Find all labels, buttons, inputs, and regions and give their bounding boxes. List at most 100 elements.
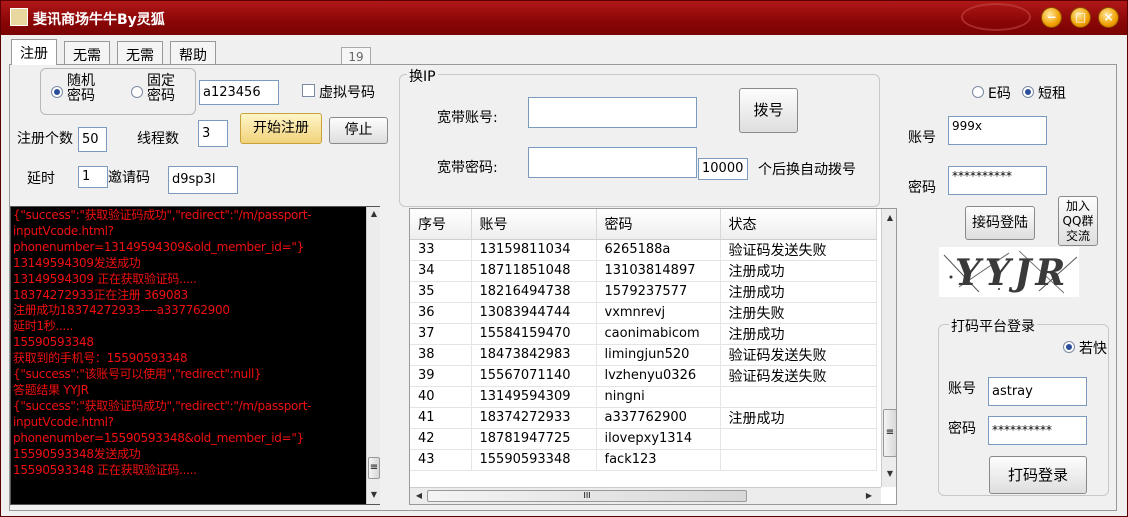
minimize-button[interactable]: − bbox=[1041, 7, 1062, 28]
scroll-up-arrow[interactable]: ▲ bbox=[367, 207, 381, 221]
table-row[interactable]: 34 18711851048 13103814897 注册成功 bbox=[410, 260, 877, 282]
cell-index: 34 bbox=[410, 260, 472, 282]
table-row[interactable]: 37 15584159470 caonimabicom 注册成功 bbox=[410, 323, 877, 345]
title-bar[interactable]: 斐讯商场牛牛By灵狐 − □ × bbox=[1, 1, 1127, 35]
cell-index: 36 bbox=[410, 302, 472, 324]
sms-account-input[interactable]: 999x bbox=[948, 116, 1047, 145]
table-scroll-right-arrow[interactable]: ▶ bbox=[862, 489, 876, 503]
table-row[interactable]: 41 18374272933 a337762900 注册成功 bbox=[410, 407, 877, 429]
e-code-label: E码 bbox=[988, 86, 1011, 102]
table-row[interactable]: 40 13149594309 ningni bbox=[410, 386, 877, 408]
table-horizontal-scrollbar[interactable]: ◀ III ▶ bbox=[410, 487, 881, 504]
cell-password: lvzhenyu0326 bbox=[596, 365, 721, 387]
table-row[interactable]: 36 13083944744 vxmnrevj 注册失败 bbox=[410, 302, 877, 324]
cell-account: 15584159470 bbox=[471, 323, 597, 345]
tab-register[interactable]: 注册 bbox=[11, 39, 57, 65]
app-icon bbox=[10, 8, 28, 26]
delay-label: 延时 bbox=[27, 171, 55, 187]
cell-password: ilovepxy1314 bbox=[596, 428, 721, 450]
cell-account: 18216494738 bbox=[471, 281, 597, 303]
invite-code-label: 邀请码 bbox=[108, 170, 150, 186]
captcha-platform-legend: 打码平台登录 bbox=[949, 316, 1037, 336]
ruokuai-label: 若快 bbox=[1079, 341, 1107, 357]
cell-account: 18781947725 bbox=[471, 428, 597, 450]
stop-button[interactable]: 停止 bbox=[329, 117, 388, 144]
client-area: 注册 无需 无需 帮助 19 随机 密码 固定 密码 a123456 虚拟号码 注册… bbox=[7, 36, 1123, 513]
table-row[interactable]: 42 18781947725 ilovepxy1314 bbox=[410, 428, 877, 450]
captcha-image[interactable]: YYJR bbox=[939, 247, 1079, 297]
tab-wuxu-2[interactable]: 无需 bbox=[117, 41, 163, 64]
broadband-password-input[interactable] bbox=[528, 147, 697, 178]
table-horizontal-thumb[interactable]: III bbox=[427, 490, 747, 502]
broadband-account-label: 宽带账号: bbox=[437, 110, 498, 126]
register-count-label: 注册个数 bbox=[17, 131, 73, 147]
cell-password: fack123 bbox=[596, 449, 721, 471]
qq-button-line-3: 交流 bbox=[1065, 229, 1090, 243]
virtual-number-label: 虚拟号码 bbox=[319, 85, 375, 101]
sms-password-label: 密码 bbox=[908, 180, 936, 196]
random-password-radio[interactable] bbox=[51, 86, 63, 98]
close-button[interactable]: × bbox=[1098, 7, 1119, 28]
table-scroll-down-arrow[interactable]: ▼ bbox=[883, 467, 896, 481]
thread-count-input[interactable]: 3 bbox=[198, 120, 228, 147]
captcha-text: YYJR bbox=[955, 252, 1070, 294]
platform-login-button[interactable]: 打码登录 bbox=[989, 456, 1087, 494]
thread-count-label: 线程数 bbox=[137, 131, 179, 147]
fixed-password-input[interactable]: a123456 bbox=[199, 80, 279, 105]
table-scroll-thumb[interactable]: ≡ bbox=[883, 409, 896, 457]
sms-password-input[interactable]: ********** bbox=[948, 166, 1047, 195]
delay-input[interactable]: 1 bbox=[78, 166, 108, 188]
table-scroll-up-arrow[interactable]: ▲ bbox=[883, 211, 896, 225]
table-scroll-left-arrow[interactable]: ◀ bbox=[412, 489, 426, 503]
platform-account-input[interactable]: astray bbox=[988, 377, 1087, 406]
log-vertical-scrollbar[interactable]: ▲ ≡ ▼ bbox=[366, 207, 380, 504]
platform-password-input[interactable]: ********** bbox=[988, 416, 1087, 445]
log-line: phonenumber=15590593348&old_member_id="} bbox=[13, 430, 304, 445]
e-code-radio[interactable] bbox=[972, 86, 984, 98]
auto-dial-count-input[interactable]: 10000 bbox=[698, 158, 748, 180]
cell-index: 40 bbox=[410, 386, 472, 408]
table-row[interactable]: 39 15567071140 lvzhenyu0326 验证码发送失败 bbox=[410, 365, 877, 387]
broadband-account-input[interactable] bbox=[528, 97, 697, 128]
virtual-number-checkbox[interactable] bbox=[302, 84, 315, 97]
table-row[interactable]: 35 18216494738 1579237577 注册成功 bbox=[410, 281, 877, 303]
log-line: 13149594309发送成功 bbox=[13, 255, 141, 270]
invite-code-input[interactable]: d9sp3l bbox=[168, 166, 238, 194]
table-row[interactable]: 33 13159811034 6265188a 验证码发送失败 bbox=[410, 239, 877, 261]
log-line: 15590593348发送成功 bbox=[13, 446, 141, 461]
join-qq-group-button[interactable]: 加入 QQ群 交流 bbox=[1058, 196, 1098, 246]
cell-status: 注册成功 bbox=[720, 260, 877, 282]
scroll-down-arrow[interactable]: ▼ bbox=[367, 488, 381, 502]
cell-index: 42 bbox=[410, 428, 472, 450]
table-row[interactable]: 38 18473842983 limingjun520 验证码发送失败 bbox=[410, 344, 877, 366]
start-register-button[interactable]: 开始注册 bbox=[240, 113, 322, 144]
register-count-input[interactable]: 50 bbox=[78, 127, 107, 152]
sms-login-button[interactable]: 接码登陆 bbox=[965, 206, 1035, 240]
column-header-password[interactable]: 密码 bbox=[596, 209, 721, 240]
table-vertical-scrollbar[interactable]: ▲ ≡ ▼ bbox=[881, 209, 896, 487]
short-rent-radio[interactable] bbox=[1022, 86, 1034, 98]
cell-status: 注册成功 bbox=[720, 407, 877, 429]
cell-account: 13083944744 bbox=[471, 302, 597, 324]
cell-account: 13149594309 bbox=[471, 386, 597, 408]
log-output[interactable]: {"success":"获取验证码成功","redirect":"/m/pass… bbox=[10, 206, 380, 505]
title-decoration bbox=[961, 3, 1031, 31]
log-scroll-thumb[interactable]: ≡ bbox=[368, 457, 380, 479]
cell-account: 18374272933 bbox=[471, 407, 597, 429]
change-ip-legend: 换IP bbox=[407, 66, 438, 86]
column-header-account[interactable]: 账号 bbox=[471, 209, 597, 240]
column-header-status[interactable]: 状态 bbox=[720, 209, 877, 240]
tab-help[interactable]: 帮助 bbox=[170, 41, 216, 64]
fixed-password-radio[interactable] bbox=[131, 86, 143, 98]
dial-button[interactable]: 拨号 bbox=[739, 88, 798, 133]
maximize-button[interactable]: □ bbox=[1070, 7, 1091, 28]
log-line: 答题结果 YYJR bbox=[13, 382, 89, 397]
ruokuai-radio[interactable] bbox=[1063, 341, 1075, 353]
cell-account: 15567071140 bbox=[471, 365, 597, 387]
cell-status: 注册成功 bbox=[720, 281, 877, 303]
tab-wuxu-1[interactable]: 无需 bbox=[64, 41, 110, 64]
column-header-index[interactable]: 序号 bbox=[410, 209, 472, 240]
cell-status bbox=[720, 449, 877, 471]
table-row[interactable]: 43 15590593348 fack123 bbox=[410, 449, 877, 471]
log-line: 13149594309 正在获取验证码..... bbox=[13, 271, 197, 286]
